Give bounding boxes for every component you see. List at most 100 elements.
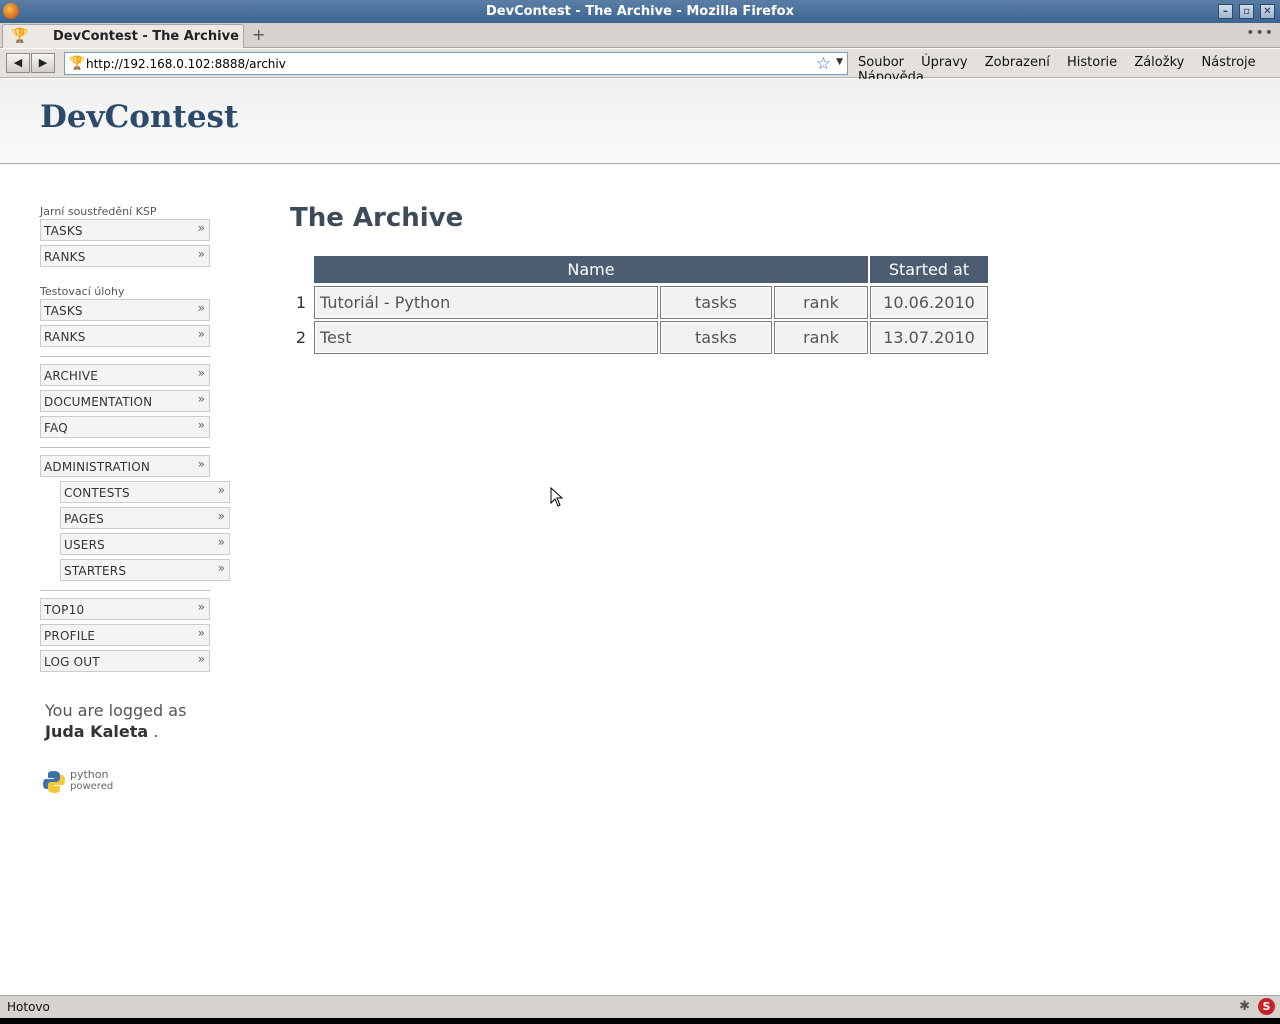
sidebar-item-administration[interactable]: ADMINISTRATION » (40, 455, 210, 477)
tab-title: DevContest - The Archive (53, 29, 239, 44)
sidebar-item-label: TASKS (44, 304, 83, 318)
chevron-right-icon: » (217, 483, 225, 497)
chevron-right-icon: » (197, 247, 205, 261)
sidebar-item-starters[interactable]: STARTERS » (60, 559, 230, 581)
sidebar-item-label: TASKS (44, 224, 83, 238)
sidebar-item-top10[interactable]: TOP10 » (40, 598, 210, 620)
sidebar-item-label: TOP10 (44, 603, 85, 617)
page-title: The Archive (290, 203, 464, 233)
sidebar-item-label: LOG OUT (44, 655, 100, 669)
menu-zalozky[interactable]: Záložky (1134, 55, 1184, 70)
url-dropdown-icon[interactable]: ▼ (836, 57, 843, 67)
sidebar-item-label: PAGES (64, 512, 104, 526)
tab-bar: 🏆 DevContest - The Archive + ••• (0, 23, 1280, 48)
contest-name-link[interactable]: Tutoriál - Python (314, 286, 658, 319)
site-favicon-icon: 🏆 (69, 56, 86, 71)
menu-historie[interactable]: Historie (1067, 55, 1117, 70)
powered-badge-text: powered (70, 781, 114, 792)
sidebar-item-label: ADMINISTRATION (44, 460, 151, 474)
chevron-right-icon: » (197, 418, 205, 432)
addon-bug-icon[interactable]: ✱ (1239, 999, 1250, 1014)
contest-label-ksp: Jarní soustředění KSP (40, 205, 157, 218)
tasks-link[interactable]: tasks (660, 321, 772, 354)
chevron-right-icon: » (197, 652, 205, 666)
url-text[interactable]: http://192.168.0.102:8888/archiv (86, 57, 286, 71)
navigation-toolbar: ◀ ▶ 🏆 http://192.168.0.102:8888/archiv ☆… (0, 49, 1280, 85)
chevron-right-icon: » (197, 626, 205, 640)
chevron-right-icon: » (217, 561, 225, 575)
started-at-value: 10.06.2010 (870, 286, 988, 319)
status-text: Hotovo (7, 1000, 50, 1014)
chevron-right-icon: » (217, 509, 225, 523)
chevron-right-icon: » (197, 366, 205, 380)
sidebar-item-label: FAQ (44, 421, 68, 435)
sidebar-divider (40, 590, 210, 591)
menu-upravy[interactable]: Úpravy (921, 55, 967, 70)
column-header-started: Started at (870, 256, 988, 283)
sidebar-item-users[interactable]: USERS » (60, 533, 230, 555)
site-title[interactable]: DevContest (40, 99, 238, 135)
row-number: 1 (295, 293, 307, 312)
sidebar-item-pages[interactable]: PAGES » (60, 507, 230, 529)
python-powered-badge[interactable]: python powered (43, 768, 113, 798)
sidebar-item-label: USERS (64, 538, 105, 552)
maximize-button[interactable]: ▫ (1239, 4, 1254, 19)
sidebar-item-label: PROFILE (44, 629, 96, 643)
rank-link[interactable]: rank (774, 286, 868, 319)
chevron-right-icon: » (197, 327, 205, 341)
sidebar-item-profile[interactable]: PROFILE » (40, 624, 210, 646)
tab-list-button[interactable]: ••• (1246, 25, 1274, 41)
sidebar-item-documentation[interactable]: DOCUMENTATION » (40, 390, 210, 412)
logged-user-link[interactable]: Juda Kaleta (45, 722, 148, 741)
sidebar-item-ksp-tasks[interactable]: TASKS » (40, 219, 210, 241)
sidebar-item-label: RANKS (44, 330, 86, 344)
chevron-right-icon: » (197, 457, 205, 471)
logged-suffix: . (153, 722, 159, 741)
logged-prefix: You are logged as (45, 701, 187, 720)
tab-devcontest[interactable]: 🏆 DevContest - The Archive (2, 24, 244, 48)
url-bar[interactable]: 🏆 http://192.168.0.102:8888/archiv ☆ ▼ (64, 52, 848, 75)
chevron-right-icon: » (197, 392, 205, 406)
trophy-icon: 🏆 (11, 28, 29, 44)
sidebar-item-test-ranks[interactable]: RANKS » (40, 325, 210, 347)
contest-label-test: Testovací úlohy (40, 285, 125, 298)
python-logo-icon (43, 771, 65, 793)
back-button[interactable]: ◀ (6, 53, 30, 73)
menu-nastroje[interactable]: Nástroje (1201, 55, 1255, 70)
new-tab-button[interactable]: + (252, 25, 265, 44)
column-header-name: Name (314, 256, 868, 283)
site-header: DevContest (0, 79, 1280, 164)
sidebar-divider (40, 356, 210, 357)
sidebar-item-logout[interactable]: LOG OUT » (40, 650, 210, 672)
tasks-link[interactable]: tasks (660, 286, 772, 319)
sidebar-item-faq[interactable]: FAQ » (40, 416, 210, 438)
window-title: DevContest - The Archive - Mozilla Firef… (486, 4, 794, 19)
sidebar-item-label: STARTERS (64, 564, 127, 578)
rank-link[interactable]: rank (774, 321, 868, 354)
status-bar: Hotovo ✱ S (0, 995, 1280, 1018)
web-page: DevContest Jarní soustředění KSP TASKS »… (0, 79, 1280, 995)
minimize-button[interactable]: – (1218, 4, 1233, 19)
sidebar-divider (40, 447, 210, 448)
sidebar-item-label: RANKS (44, 250, 86, 264)
mouse-cursor-icon (550, 487, 564, 507)
close-button[interactable]: ✕ (1260, 4, 1275, 19)
sidebar-item-contests[interactable]: CONTESTS » (60, 481, 230, 503)
sidebar-item-label: ARCHIVE (44, 369, 99, 383)
sidebar-item-archive[interactable]: ARCHIVE » (40, 364, 210, 386)
chevron-right-icon: » (197, 301, 205, 315)
sidebar-item-ksp-ranks[interactable]: RANKS » (40, 245, 210, 267)
bookmark-star-icon[interactable]: ☆ (816, 54, 831, 74)
started-at-value: 13.07.2010 (870, 321, 988, 354)
sidebar-item-test-tasks[interactable]: TASKS » (40, 299, 210, 321)
chevron-right-icon: » (197, 600, 205, 614)
chevron-right-icon: » (197, 221, 205, 235)
chevron-right-icon: » (217, 535, 225, 549)
login-status: You are logged as Juda Kaleta . (45, 700, 186, 742)
contest-name-link[interactable]: Test (314, 321, 658, 354)
forward-button[interactable]: ▶ (31, 53, 55, 73)
addon-s-icon[interactable]: S (1258, 998, 1275, 1015)
menu-soubor[interactable]: Soubor (858, 55, 904, 70)
menu-zobrazeni[interactable]: Zobrazení (985, 55, 1050, 70)
python-badge-text: python (70, 768, 109, 781)
